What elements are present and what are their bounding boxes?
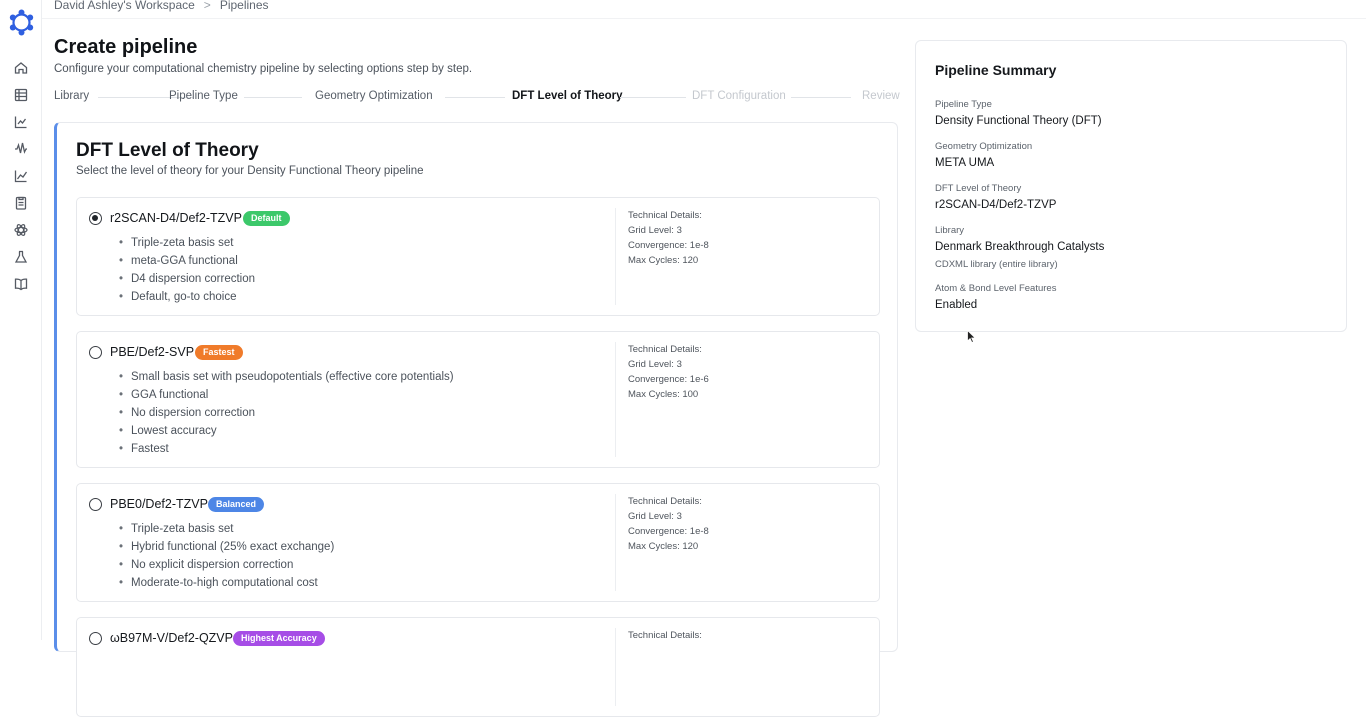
book-icon[interactable] [13,276,29,292]
tech-max-cycles: Max Cycles: 100 [628,389,699,400]
tech-heading: Technical Details: [628,496,702,507]
technical-details: Technical Details: Grid Level: 3 Converg… [615,342,709,457]
breadcrumb-workspace[interactable]: David Ashley's Workspace [54,0,195,12]
summary-dft-label: DFT Level of Theory [935,183,1022,194]
feature-item: No dispersion correction [119,404,454,422]
option-features: Triple-zeta basis set meta-GGA functiona… [119,234,255,306]
option-pbe[interactable]: PBE/Def2-SVP Fastest Small basis set wit… [76,331,880,468]
radio-pbe0[interactable] [89,498,102,511]
breadcrumb-current[interactable]: Pipelines [220,0,269,12]
step-review: Review [862,90,900,102]
option-wb97m[interactable]: ωB97M-V/Def2-QZVP Highest Accuracy Techn… [76,617,880,717]
card-subtitle: Select the level of theory for your Dens… [76,165,424,177]
sidebar [0,0,42,640]
tech-heading: Technical Details: [628,344,702,355]
option-features: Triple-zeta basis set Hybrid functional … [119,520,334,592]
technical-details: Technical Details: Grid Level: 3 Converg… [615,208,709,305]
option-name: r2SCAN-D4/Def2-TZVP [110,211,242,225]
option-name: ωB97M-V/Def2-QZVP [110,631,233,645]
tech-convergence: Convergence: 1e-8 [628,240,709,251]
step-dft-configuration: DFT Configuration [692,90,786,102]
dft-level-card: DFT Level of Theory Select the level of … [54,122,898,717]
app-logo-icon[interactable] [8,9,35,36]
tech-grid-level: Grid Level: 3 [628,511,682,522]
tech-grid-level: Grid Level: 3 [628,225,682,236]
summary-features-label: Atom & Bond Level Features [935,283,1057,294]
card-title: DFT Level of Theory [76,140,259,161]
summary-library-label: Library [935,225,965,236]
tech-heading: Technical Details: [628,210,702,221]
flask-icon[interactable] [13,249,29,265]
tech-convergence: Convergence: 1e-8 [628,526,709,537]
step-connector [791,97,851,98]
badge-balanced: Balanced [208,497,265,512]
feature-item: Triple-zeta basis set [119,520,334,538]
feature-item: Small basis set with pseudopotentials (e… [119,368,454,386]
feature-item: Hybrid functional (25% exact exchange) [119,538,334,556]
waveform-icon[interactable] [13,141,29,157]
step-geometry-optimization[interactable]: Geometry Optimization [315,90,433,102]
radio-wb97m[interactable] [89,632,102,645]
line-chart-icon[interactable] [13,168,29,184]
summary-pipeline-type-label: Pipeline Type [935,99,992,110]
table-icon[interactable] [13,87,29,103]
summary-geometry-value: META UMA [935,157,995,169]
step-connector [244,97,302,98]
summary-geometry-label: Geometry Optimization [935,141,1033,152]
header-divider [42,18,1366,19]
step-progress: Library Pipeline Type Geometry Optimizat… [54,90,900,104]
technical-details: Technical Details: Grid Level: 3 Converg… [615,494,709,591]
step-pipeline-type[interactable]: Pipeline Type [169,90,238,102]
badge-default: Default [243,211,290,226]
feature-item: Default, go-to choice [119,288,255,306]
feature-item: meta-GGA functional [119,252,255,270]
summary-library-value: Denmark Breakthrough Catalysts [935,241,1105,253]
tech-convergence: Convergence: 1e-6 [628,374,709,385]
step-library[interactable]: Library [54,90,89,102]
step-connector [445,97,505,98]
tech-max-cycles: Max Cycles: 120 [628,541,699,552]
option-pbe0[interactable]: PBE0/Def2-TZVP Balanced Triple-zeta basi… [76,483,880,602]
feature-item: D4 dispersion correction [119,270,255,288]
pipeline-summary-panel: Pipeline Summary Pipeline Type Density F… [915,40,1347,332]
feature-item: No explicit dispersion correction [119,556,334,574]
summary-title: Pipeline Summary [935,62,1057,78]
summary-library-note: CDXML library (entire library) [935,259,1058,270]
option-name: PBE0/Def2-TZVP [110,497,208,511]
option-name: PBE/Def2-SVP [110,345,195,359]
page-title: Create pipeline [54,36,198,58]
tech-max-cycles: Max Cycles: 120 [628,255,699,266]
feature-item: Lowest accuracy [119,422,454,440]
option-r2scan[interactable]: r2SCAN-D4/Def2-TZVP Default Triple-zeta … [76,197,880,316]
breadcrumb: David Ashley's Workspace > Pipelines [54,0,269,12]
tech-grid-level: Grid Level: 3 [628,359,682,370]
badge-highest-accuracy: Highest Accuracy [233,631,325,646]
feature-item: GGA functional [119,386,454,404]
radio-r2scan[interactable] [89,212,102,225]
chart-icon[interactable] [13,114,29,130]
feature-item: Triple-zeta basis set [119,234,255,252]
summary-features-value: Enabled [935,299,978,311]
clipboard-icon[interactable] [13,195,29,211]
tech-heading: Technical Details: [628,630,702,641]
radio-pbe[interactable] [89,346,102,359]
summary-pipeline-type-value: Density Functional Theory (DFT) [935,115,1102,127]
home-icon[interactable] [13,60,29,76]
mouse-cursor-icon [967,330,976,343]
summary-dft-value: r2SCAN-D4/Def2-TZVP [935,199,1057,211]
atom-icon[interactable] [13,222,29,238]
feature-item: Moderate-to-high computational cost [119,574,334,592]
breadcrumb-separator: > [203,0,211,12]
step-dft-level-of-theory[interactable]: DFT Level of Theory [512,90,623,102]
option-features: Small basis set with pseudopotentials (e… [119,368,454,458]
step-connector [620,97,686,98]
feature-item: Fastest [119,440,454,458]
badge-fastest: Fastest [195,345,243,360]
page-subtitle: Configure your computational chemistry p… [54,63,473,75]
